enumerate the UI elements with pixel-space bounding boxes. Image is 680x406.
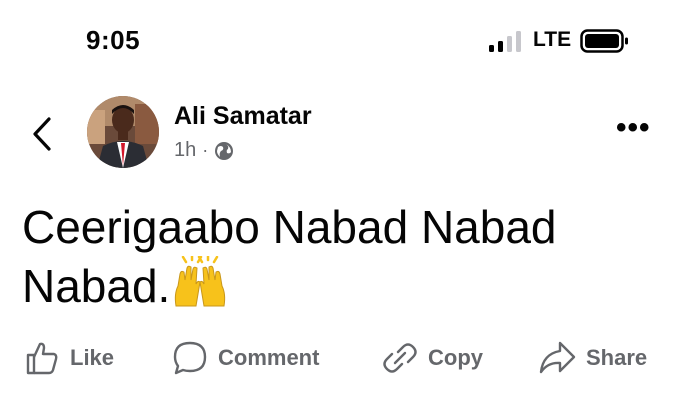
status-time: 9:05	[86, 25, 141, 55]
post-text: Ceerigaabo Nabad Nabad Nabad.	[22, 199, 662, 315]
meta-separator: ·	[202, 140, 209, 160]
post-meta: 1h ·	[174, 139, 234, 162]
comment-label: Comment	[218, 345, 320, 370]
avatar[interactable]	[87, 96, 159, 168]
post-actions: Like Comment Copy Share	[0, 340, 680, 390]
more-options-icon[interactable]: •••	[616, 113, 651, 143]
battery-icon	[580, 29, 628, 53]
like-label: Like	[70, 345, 115, 370]
post-time: 1h	[174, 139, 197, 161]
cellular-signal-icon	[489, 30, 525, 52]
comment-button[interactable]: Comment	[172, 340, 319, 376]
back-chevron-icon[interactable]	[30, 116, 54, 152]
thumbs-up-icon	[26, 342, 58, 375]
share-arrow-icon	[539, 341, 576, 374]
comment-bubble-icon	[173, 341, 207, 375]
globe-icon	[215, 141, 234, 160]
share-label: Share	[586, 345, 648, 370]
like-button[interactable]: Like	[24, 340, 114, 376]
post-body: Ceerigaabo Nabad Nabad Nabad.	[22, 201, 557, 312]
link-icon	[383, 343, 417, 373]
post-author[interactable]: Ali Samatar	[174, 102, 312, 131]
copy-button[interactable]: Copy	[382, 340, 483, 376]
raising-hands-emoji	[175, 256, 226, 307]
network-type: LTE	[533, 28, 572, 51]
copy-label: Copy	[428, 345, 483, 370]
share-button[interactable]: Share	[538, 340, 647, 376]
